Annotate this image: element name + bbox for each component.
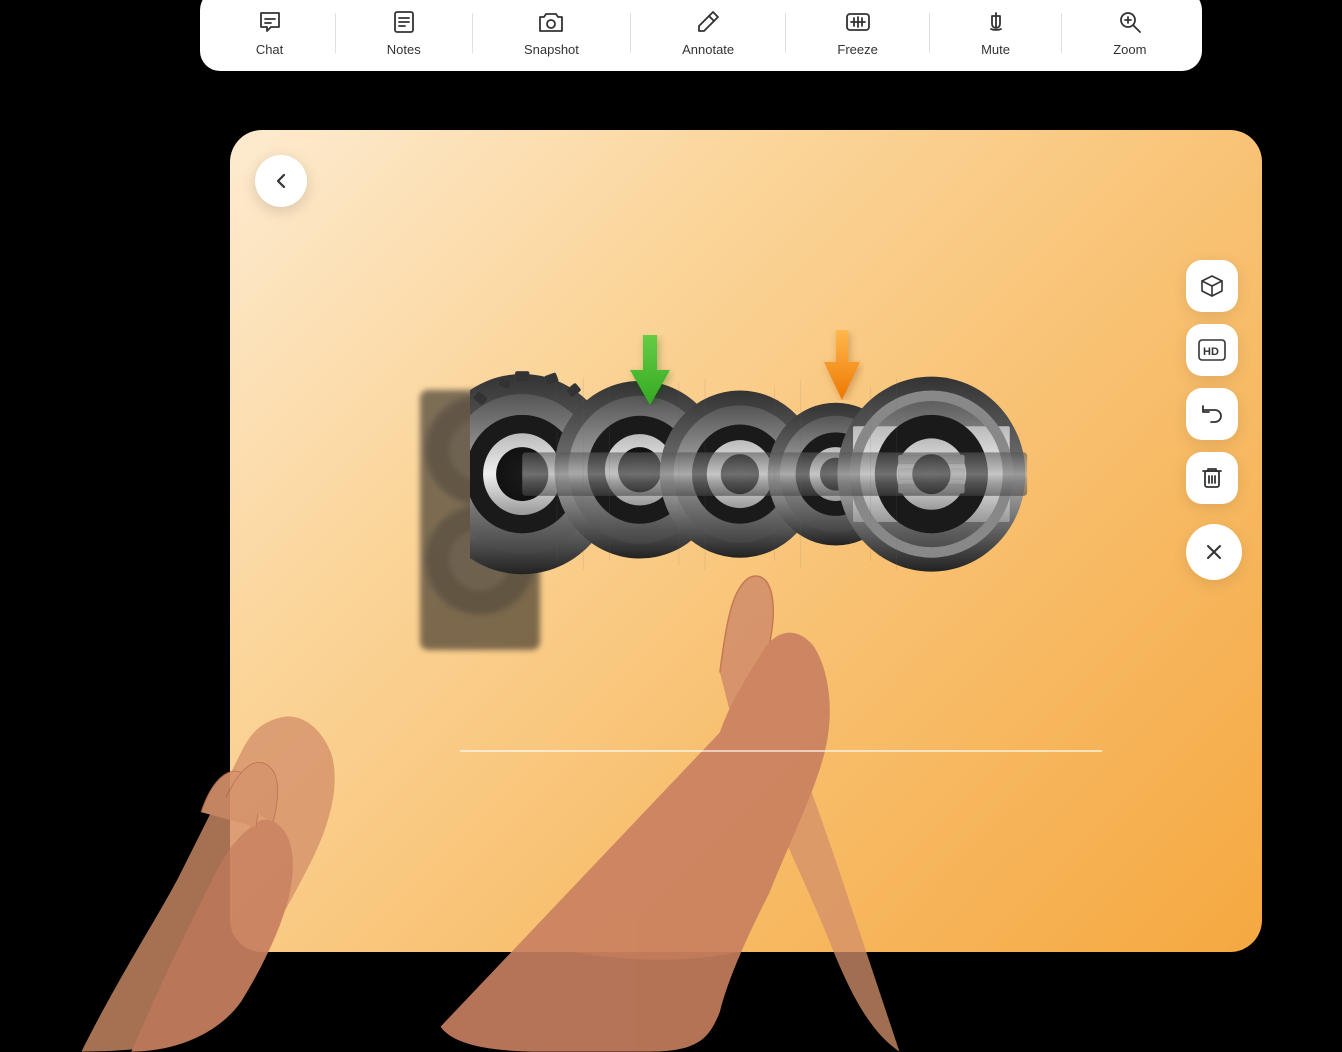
gear-assembly [470, 300, 1062, 648]
freeze-icon [844, 8, 872, 36]
divider-3 [630, 13, 631, 53]
annotate-icon [694, 8, 722, 36]
zoom-label: Zoom [1113, 42, 1146, 57]
hd-button[interactable]: HD [1186, 324, 1238, 376]
tablet-card [230, 130, 1262, 952]
close-button[interactable] [1186, 524, 1242, 580]
divider-5 [929, 13, 930, 53]
toolbar-item-annotate[interactable]: Annotate [682, 8, 734, 57]
toolbar-item-snapshot[interactable]: Snapshot [524, 8, 579, 57]
toolbar-item-notes[interactable]: Notes [387, 8, 421, 57]
undo-button[interactable] [1186, 388, 1238, 440]
toolbar-item-zoom[interactable]: Zoom [1113, 8, 1146, 57]
green-arrow [625, 335, 675, 410]
delete-button[interactable] [1186, 452, 1238, 504]
divider-1 [335, 13, 336, 53]
zoom-icon [1116, 8, 1144, 36]
notes-label: Notes [387, 42, 421, 57]
chat-label: Chat [256, 42, 283, 57]
chevron-left-icon [271, 171, 291, 191]
scene: Chat Notes Snapshot [0, 0, 1342, 1052]
toolbar-item-freeze[interactable]: Freeze [837, 8, 877, 57]
annotate-label: Annotate [682, 42, 734, 57]
snapshot-icon [537, 8, 565, 36]
divider-2 [472, 13, 473, 53]
orange-arrow [820, 330, 864, 405]
toolbar-item-chat[interactable]: Chat [256, 8, 284, 57]
snapshot-label: Snapshot [524, 42, 579, 57]
back-button[interactable] [255, 155, 307, 207]
hd-icon: HD [1198, 339, 1226, 361]
freeze-label: Freeze [837, 42, 877, 57]
divider-4 [785, 13, 786, 53]
divider-6 [1061, 13, 1062, 53]
scan-line [460, 750, 1102, 752]
notes-icon [390, 8, 418, 36]
3d-button[interactable] [1186, 260, 1238, 312]
mute-label: Mute [981, 42, 1010, 57]
chat-icon [256, 8, 284, 36]
toolbar-item-mute[interactable]: Mute [981, 8, 1010, 57]
toolbar: Chat Notes Snapshot [200, 0, 1202, 71]
right-tools: HD [1186, 260, 1242, 580]
undo-icon [1199, 401, 1225, 427]
mute-icon [982, 8, 1010, 36]
3d-icon [1199, 273, 1225, 299]
svg-text:HD: HD [1203, 346, 1219, 358]
delete-icon [1200, 465, 1224, 491]
close-icon [1203, 541, 1225, 563]
